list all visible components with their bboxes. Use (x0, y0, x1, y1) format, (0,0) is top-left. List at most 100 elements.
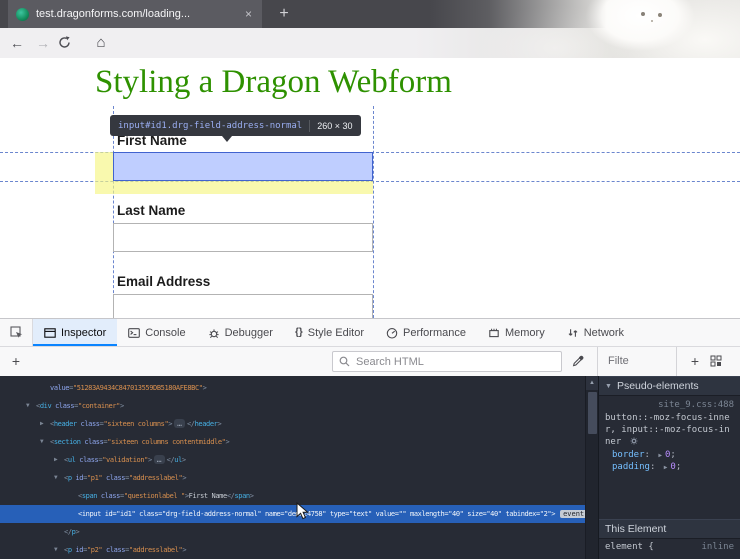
tab-label: Console (145, 327, 185, 339)
tab-bar: test.dragonforms.com/loading... × + (0, 0, 740, 28)
expand-arrow-icon[interactable]: ▶ (40, 415, 50, 433)
element-rule[interactable]: element { inline (599, 539, 740, 555)
margin-highlight-left (95, 152, 113, 181)
markup-tree: value="51283A9434C847013559DB5180AFE8BC"… (0, 376, 585, 559)
code-token: "container" (78, 402, 120, 410)
code-token: span (234, 492, 249, 500)
expand-arrow-icon[interactable]: ▼ (40, 433, 50, 451)
toggle-classes-button[interactable] (710, 355, 722, 367)
expand-arrow-icon[interactable]: ▶ (54, 451, 64, 469)
tab-label: Network (584, 327, 624, 339)
code-token: tabindex (502, 510, 536, 518)
markup-line[interactable]: ▼<div class="container"> (0, 397, 585, 415)
tab-inspector[interactable]: Inspector (33, 319, 117, 346)
devtools-tab-bar: Inspector Console Debugger {} Style (0, 318, 740, 347)
tab-memory[interactable]: Memory (477, 319, 556, 346)
markup-line[interactable]: ▼<p id="p1" class="addresslabel"> (0, 469, 585, 487)
devtools-content: value="51283A9434C847013559DB5180AFE8BC"… (0, 376, 740, 559)
scrollbar-thumb[interactable] (588, 392, 597, 434)
filter-styles-input[interactable]: Filte (608, 355, 629, 367)
event-badge[interactable]: event (560, 510, 585, 518)
code-token: "addresslabel" (129, 546, 182, 554)
element-rule-source[interactable]: inline (701, 542, 734, 552)
last-name-input[interactable] (113, 223, 373, 252)
reload-icon (58, 36, 71, 49)
code-token: maxlength (406, 510, 444, 518)
this-element-header[interactable]: This Element (599, 519, 740, 539)
infobar-dimensions: 260 × 30 (317, 121, 352, 131)
search-html-input[interactable]: Search HTML (332, 351, 562, 372)
scroll-up-button[interactable]: ▲ (586, 376, 598, 390)
browser-tab[interactable]: test.dragonforms.com/loading... × (8, 0, 262, 28)
code-token: > (182, 546, 186, 554)
tab-label: Performance (403, 327, 466, 339)
close-tab-button[interactable]: × (243, 7, 254, 21)
markup-line[interactable]: </p> (0, 523, 585, 541)
markup-line[interactable]: ▼<p id="p2" class="addresslabel"> (0, 541, 585, 559)
markup-line[interactable]: ▶<ul class="validation">…</ul> (0, 451, 585, 469)
tab-label: Memory (505, 327, 545, 339)
markup-line[interactable]: ▶<header class="sixteen columns">…</head… (0, 415, 585, 433)
highlight-guide-left (113, 106, 114, 318)
pseudo-elements-header[interactable]: ▼ Pseudo-elements (599, 376, 740, 396)
property-name: padding (612, 462, 650, 472)
forward-button[interactable]: → (30, 28, 56, 58)
markup-line[interactable]: <span class="questionlabel ">First Name<… (0, 487, 585, 505)
tab-title: test.dragonforms.com/loading... (36, 8, 236, 20)
code-token: > (551, 510, 555, 518)
new-tab-button[interactable]: + (272, 2, 296, 26)
markup-scrollbar[interactable]: ▲ (585, 376, 598, 559)
tab-debugger[interactable]: Debugger (197, 319, 284, 346)
markup-line[interactable]: ▼<section class="sixteen columns content… (0, 433, 585, 451)
code-token: class (135, 510, 158, 518)
code-token: class (77, 420, 100, 428)
tab-network[interactable]: Network (556, 319, 635, 346)
navigation-toolbar: ← → ⌂ https://test.dragonforms.com/loadi… (0, 28, 740, 58)
pick-element-button[interactable] (0, 319, 33, 346)
highlight-guide-right (373, 106, 374, 318)
reload-button[interactable] (58, 28, 84, 58)
rule-selector[interactable]: button::-moz-focus-inner, input::-moz-fo… (599, 411, 740, 449)
tab-style-editor[interactable]: {} Style Editor (284, 319, 375, 346)
code-token: type (326, 510, 345, 518)
rule-source-link[interactable]: site_9.css:488 (599, 396, 740, 411)
code-token: … (154, 455, 165, 464)
devtools-toolbar: + Search HTML Filte + (0, 347, 740, 376)
css-declaration[interactable]: padding: ▶0; (599, 461, 740, 473)
tab-console[interactable]: Console (117, 319, 196, 346)
code-token: ul (174, 456, 182, 464)
page-heading: Styling a Dragon Webform (95, 64, 452, 101)
code-token: size (463, 510, 482, 518)
expand-arrow-icon[interactable]: ▼ (54, 541, 64, 559)
code-token: "id1" (116, 510, 135, 518)
email-input[interactable] (113, 294, 373, 318)
markup-line[interactable]: <input id="id1" class="drg-field-address… (0, 505, 585, 523)
code-token: "validation" (102, 456, 148, 464)
code-token: class (51, 402, 74, 410)
expand-arrow-icon[interactable]: ▼ (26, 397, 36, 415)
code-token: … (174, 419, 185, 428)
code-token: "51283A9434C847013559DB5180AFE8BC" (73, 384, 203, 392)
property-name: border (612, 450, 645, 460)
add-node-button[interactable]: + (6, 351, 26, 371)
home-button[interactable]: ⌂ (88, 28, 114, 58)
expand-shorthand-icon[interactable]: ▶ (664, 464, 668, 471)
tab-performance[interactable]: Performance (375, 319, 477, 346)
code-token: "sixteen columns contentmiddle" (107, 438, 225, 446)
expand-shorthand-icon[interactable]: ▶ (658, 452, 662, 459)
code-token: span (82, 492, 97, 500)
highlighter-infobar: input#id1.drg-field-address-normal 260 ×… (110, 115, 361, 136)
markup-line[interactable]: value="51283A9434C847013559DB5180AFE8BC"… (0, 379, 585, 397)
add-rule-button[interactable]: + (686, 351, 704, 371)
expand-arrow-icon[interactable]: ▼ (54, 469, 64, 487)
css-declaration[interactable]: border: ▶0; (599, 449, 740, 461)
back-button[interactable]: ← (4, 28, 30, 58)
code-token: header (54, 420, 77, 428)
code-token: > (148, 456, 152, 464)
rules-spacer (599, 473, 740, 519)
code-token: value (372, 510, 395, 518)
eyedropper-icon (572, 354, 585, 367)
grid-icon (710, 355, 722, 367)
code-token: "p1" (87, 474, 102, 482)
eyedropper-button[interactable] (572, 354, 585, 367)
